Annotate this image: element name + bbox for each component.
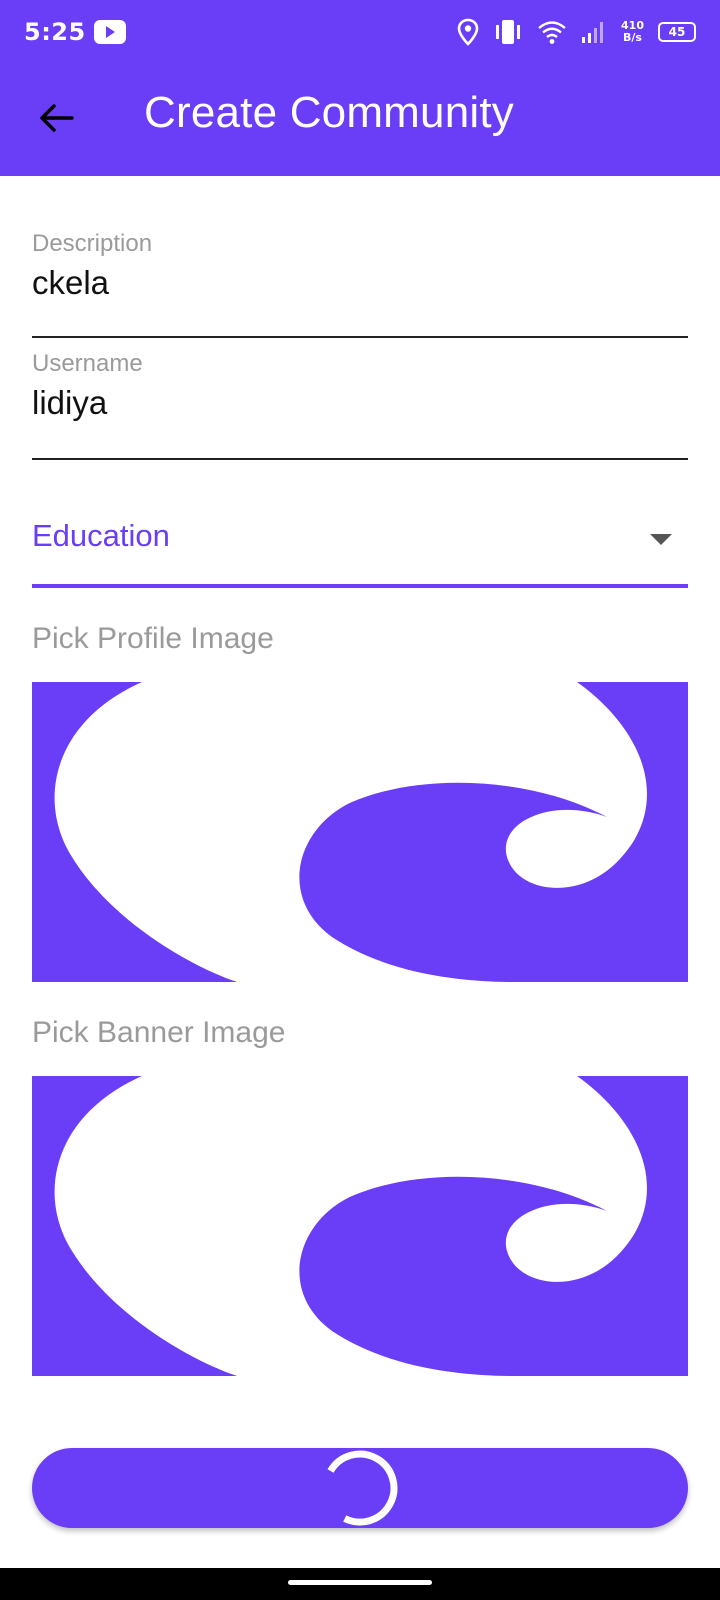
home-indicator[interactable] [288, 1580, 432, 1585]
status-icons: 410 B/s 45 [457, 18, 696, 46]
profile-image-label: Pick Profile Image [32, 622, 274, 655]
banner-image-picker[interactable] [32, 1076, 688, 1376]
username-input[interactable]: lidiya [32, 384, 688, 422]
wifi-icon [538, 21, 566, 44]
battery-icon: 45 [658, 22, 696, 42]
app-bar: 5:25 410 B/s 45 Create Community [0, 0, 720, 176]
location-icon [457, 18, 479, 46]
page-title: Create Community [144, 88, 514, 137]
spinner-icon [327, 1450, 398, 1526]
description-underline [32, 336, 688, 338]
network-speed: 410 B/s [621, 20, 644, 44]
description-input[interactable]: ckela [32, 264, 688, 302]
username-field[interactable]: Username lidiya [32, 350, 688, 460]
dropdown-underline [32, 584, 688, 588]
arrow-left-icon [40, 104, 74, 132]
banner-image-label: Pick Banner Image [32, 1016, 286, 1049]
back-button[interactable] [32, 94, 80, 142]
status-bar: 5:25 410 B/s 45 [0, 0, 720, 64]
category-dropdown[interactable]: Education [32, 500, 688, 588]
dropdown-caret-icon [650, 534, 672, 545]
username-label: Username [32, 350, 143, 377]
battery-level: 45 [668, 25, 686, 39]
youtube-icon [93, 20, 126, 44]
username-underline [32, 458, 688, 460]
network-speed-unit: B/s [623, 31, 642, 44]
logo-placeholder-image [54, 682, 647, 982]
signal-icon [582, 22, 604, 43]
description-field[interactable]: Description ckela [32, 230, 688, 338]
vibrate-icon [496, 20, 521, 44]
status-time: 5:25 [24, 18, 86, 46]
system-nav-bar [0, 1568, 720, 1600]
create-community-button[interactable] [32, 1448, 688, 1528]
profile-image-picker[interactable] [32, 682, 688, 982]
category-selected: Education [32, 518, 170, 553]
description-label: Description [32, 230, 153, 257]
logo-placeholder-image [54, 1076, 647, 1376]
